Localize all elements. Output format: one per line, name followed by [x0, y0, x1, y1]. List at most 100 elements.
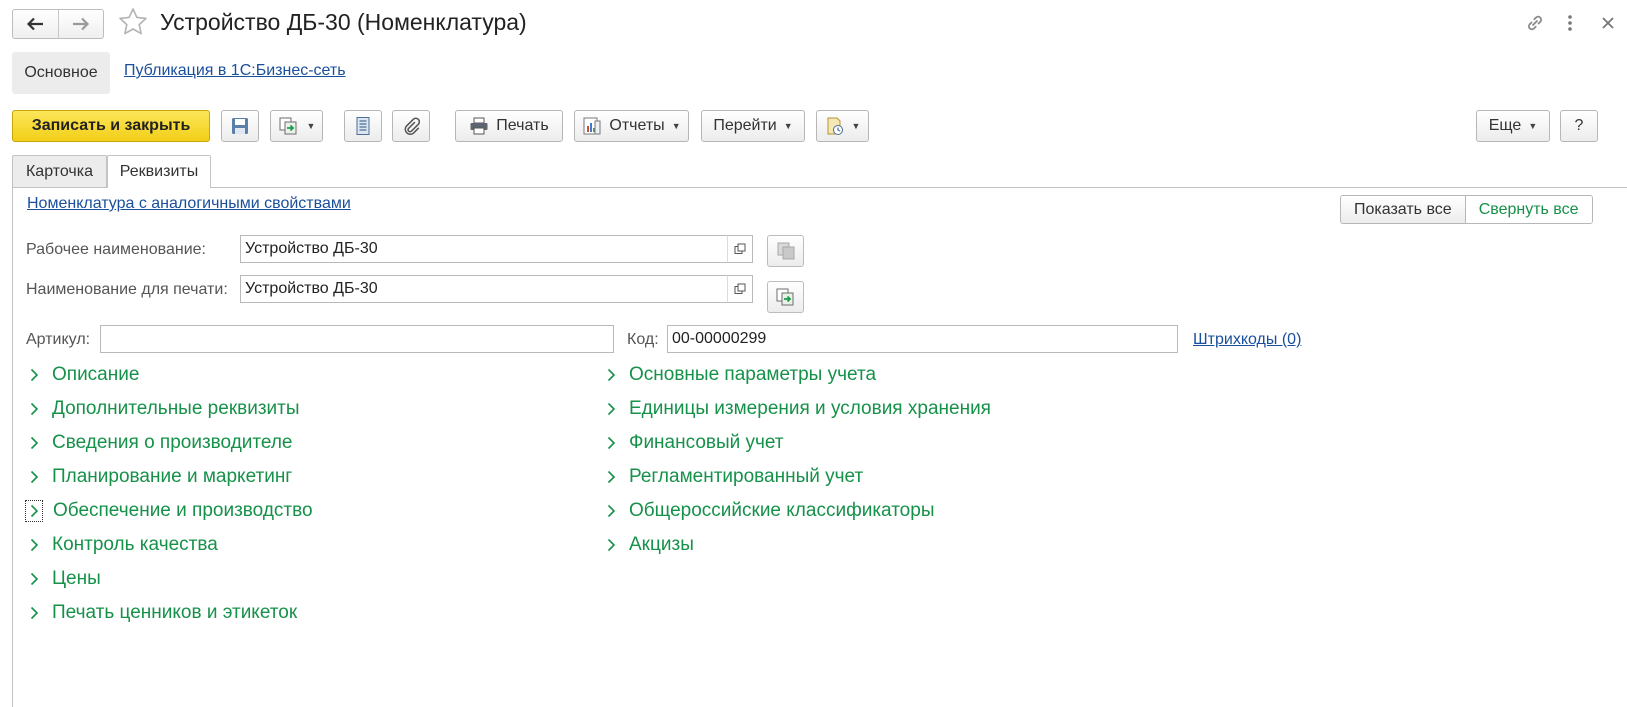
create-based-on-button[interactable]: ▼: [270, 110, 323, 142]
create-based-on-icon: [776, 288, 793, 306]
tab-card[interactable]: Карточка: [12, 155, 107, 187]
group-label: Дополнительные реквизиты: [52, 398, 300, 419]
code-label: Код:: [627, 331, 659, 348]
chevron-right-icon: [27, 536, 41, 554]
group-classifiers[interactable]: Общероссийские классификаторы: [604, 500, 934, 522]
barcodes-link[interactable]: Штрихкоды (0): [1193, 331, 1301, 349]
chevron-right-icon: [604, 502, 618, 520]
link-icon: [1528, 15, 1542, 31]
close-button[interactable]: [1595, 9, 1621, 37]
group-label: Обеспечение и производство: [53, 500, 313, 521]
paperclip-icon: [404, 117, 420, 136]
attachments-button[interactable]: [392, 110, 430, 142]
work-name-field[interactable]: Устройство ДБ-30: [240, 235, 728, 263]
group-label: Акцизы: [629, 534, 694, 555]
history-nav: [12, 9, 104, 39]
reports-icon: [583, 117, 601, 135]
chevron-right-icon: [604, 536, 618, 554]
more-button-label: Еще: [1488, 117, 1522, 134]
group-regulated-accounting[interactable]: Регламентированный учет: [604, 466, 863, 488]
printer-icon: [470, 117, 488, 135]
list-button[interactable]: [344, 110, 382, 142]
dropdown-caret-icon: ▼: [306, 121, 316, 131]
page-title: Устройство ДБ-30 (Номенклатура): [160, 9, 527, 35]
group-supply-production[interactable]: Обеспечение и производство: [25, 500, 313, 522]
group-label: Контроль качества: [52, 534, 218, 555]
reports-button-label: Отчеты: [609, 117, 665, 134]
group-planning-marketing[interactable]: Планирование и маркетинг: [27, 466, 292, 488]
group-excises[interactable]: Акцизы: [604, 534, 694, 556]
save-button[interactable]: [221, 110, 259, 142]
similar-items-link[interactable]: Номенклатура с аналогичными свойствами: [27, 195, 351, 213]
group-main-accounting-params[interactable]: Основные параметры учета: [604, 364, 876, 386]
group-units-storage[interactable]: Единицы измерения и условия хранения: [604, 398, 991, 420]
arrow-left-icon: [27, 17, 44, 31]
document-clock-icon: [827, 117, 843, 135]
work-name-open-button[interactable]: [727, 235, 753, 263]
chevron-right-icon: [604, 434, 618, 452]
star-icon: [119, 8, 147, 35]
open-window-icon: [734, 243, 746, 254]
goto-button[interactable]: Перейти ▼: [701, 110, 805, 142]
chevron-right-icon: [27, 366, 41, 384]
fill-print-name-button[interactable]: [767, 281, 804, 313]
print-button-label: Печать: [496, 117, 549, 134]
copy-work-name-button[interactable]: [767, 235, 804, 267]
group-label: Финансовый учет: [629, 432, 784, 453]
group-quality-control[interactable]: Контроль качества: [27, 534, 218, 556]
favorite-star-button[interactable]: [117, 6, 149, 43]
work-name-label: Рабочее наименование:: [26, 241, 206, 258]
copy-icon: [777, 242, 794, 260]
help-button[interactable]: ?: [1560, 110, 1598, 142]
print-button[interactable]: Печать: [455, 110, 563, 142]
group-description[interactable]: Описание: [27, 364, 139, 386]
print-name-label: Наименование для печати:: [26, 281, 228, 298]
more-menu-button[interactable]: [1557, 9, 1583, 37]
chevron-right-icon: [604, 400, 618, 418]
collapse-all-button[interactable]: Свернуть все: [1465, 196, 1592, 223]
code-field[interactable]: 00-00000299: [667, 325, 1178, 353]
chevron-right-icon: [27, 400, 41, 418]
reports-button[interactable]: Отчеты ▼: [574, 110, 689, 142]
group-label: Единицы измерения и условия хранения: [629, 398, 991, 419]
expand-collapse-group: Показать все Свернуть все: [1340, 195, 1593, 224]
group-manufacturer-info[interactable]: Сведения о производителе: [27, 432, 292, 454]
goto-button-label: Перейти: [713, 117, 777, 134]
article-field[interactable]: [100, 325, 614, 353]
kebab-menu-icon: [1568, 15, 1572, 31]
group-label: Описание: [52, 364, 140, 385]
forward-button[interactable]: [57, 10, 104, 38]
chevron-right-icon: [27, 604, 41, 622]
chevron-right-icon: [27, 468, 41, 486]
dropdown-caret-icon: ▼: [851, 121, 861, 131]
back-button[interactable]: [13, 10, 58, 38]
open-window-icon: [734, 283, 746, 294]
tab-requisites[interactable]: Реквизиты: [107, 155, 211, 188]
group-financial-accounting[interactable]: Финансовый учет: [604, 432, 784, 454]
group-label: Сведения о производителе: [52, 432, 293, 453]
group-additional-requisites[interactable]: Дополнительные реквизиты: [27, 398, 300, 420]
arrow-right-icon: [72, 17, 89, 31]
show-all-button[interactable]: Показать все: [1341, 196, 1466, 223]
chevron-right-icon: [27, 570, 41, 588]
list-icon: [356, 117, 370, 135]
article-label: Артикул:: [26, 331, 91, 348]
publication-link[interactable]: Публикация в 1С:Бизнес-сеть: [124, 62, 346, 80]
group-label: Общероссийские классификаторы: [629, 500, 935, 521]
print-name-open-button[interactable]: [727, 275, 753, 303]
section-main[interactable]: Основное: [12, 52, 110, 94]
group-prices[interactable]: Цены: [27, 568, 101, 590]
link-button[interactable]: [1522, 9, 1548, 37]
document-history-button[interactable]: ▼: [816, 110, 869, 142]
create-based-on-icon: [279, 117, 297, 135]
group-price-tags-labels[interactable]: Печать ценников и этикеток: [27, 602, 297, 624]
group-label: Регламентированный учет: [629, 466, 864, 487]
print-name-field[interactable]: Устройство ДБ-30: [240, 275, 728, 303]
chevron-right-icon: [604, 468, 618, 486]
dropdown-caret-icon: ▼: [671, 121, 681, 131]
more-button[interactable]: Еще ▼: [1476, 110, 1550, 142]
group-label: Основные параметры учета: [629, 364, 877, 385]
save-and-close-button[interactable]: Записать и закрыть: [12, 110, 210, 142]
dropdown-caret-icon: ▼: [783, 121, 793, 131]
dropdown-caret-icon: ▼: [1528, 121, 1538, 131]
